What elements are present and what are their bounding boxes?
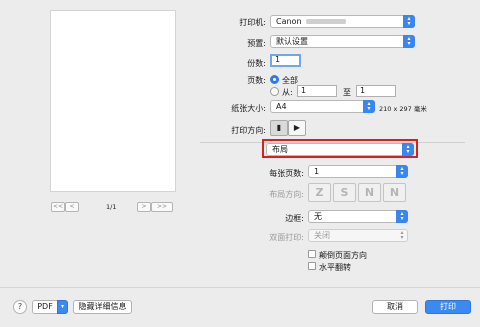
last-page-button[interactable]: >> <box>151 202 173 212</box>
border-label: 边框: <box>285 214 304 223</box>
pages-all-radio[interactable] <box>270 75 279 84</box>
pages-per-sheet-value: 1 <box>314 167 320 176</box>
page-preview <box>50 10 176 192</box>
section-popup[interactable]: 布局 ▴ ▾ <box>266 143 414 156</box>
layout-direction-n-button[interactable]: N <box>358 183 381 202</box>
printer-name-redacted <box>305 19 346 24</box>
border-popup[interactable]: 无 ▴ ▾ <box>308 210 408 223</box>
paper-dimensions: 210 x 297 毫米 <box>379 105 427 113</box>
reverse-orientation-label: 颠倒页面方向 <box>319 251 367 260</box>
presets-value: 默认设置 <box>276 37 308 46</box>
border-value: 无 <box>314 212 322 221</box>
cancel-button[interactable]: 取消 <box>372 300 418 314</box>
pages-from-field[interactable]: 1 <box>297 85 337 97</box>
page-indicator: 1/1 <box>106 203 117 211</box>
popup-arrows-icon: ▴ ▾ <box>400 229 404 241</box>
popup-arrows-icon: ▴ ▾ <box>363 100 375 113</box>
flip-horizontal-label: 水平翻转 <box>319 263 351 272</box>
portrait-orientation-button[interactable]: ▮ <box>270 120 288 136</box>
layout-direction-z-button[interactable]: Z <box>308 183 331 202</box>
pages-to-field[interactable]: 1 <box>356 85 396 97</box>
presets-popup[interactable]: 默认设置 ▴ ▾ <box>270 35 415 48</box>
orientation-label: 打印方向: <box>231 126 266 135</box>
reverse-orientation-checkbox[interactable] <box>308 250 316 258</box>
layout-direction-label: 布局方向: <box>269 190 304 199</box>
printer-label: 打印机: <box>239 18 266 27</box>
first-page-button[interactable]: << <box>51 202 65 212</box>
pages-all-label: 全部 <box>282 76 298 85</box>
pages-to-label: 至 <box>343 88 351 97</box>
section-value: 布局 <box>272 145 288 154</box>
printer-popup[interactable]: Canon ▴ ▾ <box>270 15 415 28</box>
popup-arrows-icon: ▴ ▾ <box>396 165 408 178</box>
flip-horizontal-checkbox[interactable] <box>308 262 316 270</box>
layout-direction-s-button[interactable]: S <box>333 183 356 202</box>
copies-label: 份数: <box>247 59 266 68</box>
prev-page-button[interactable]: < <box>65 202 79 212</box>
landscape-person-icon: ▶ <box>293 123 301 132</box>
printer-value: Canon <box>276 17 302 26</box>
pages-range-radio[interactable] <box>270 87 279 96</box>
two-sided-popup[interactable]: 关闭 ▴ ▾ <box>308 229 408 242</box>
landscape-orientation-button[interactable]: ▶ <box>288 120 306 136</box>
layout-direction-n-reverse-button[interactable]: N <box>383 183 406 202</box>
two-sided-value: 关闭 <box>314 231 330 240</box>
print-button[interactable]: 打印 <box>425 300 471 314</box>
presets-label: 预置: <box>247 39 266 48</box>
popup-arrows-icon: ▴ ▾ <box>402 143 414 156</box>
paper-size-value: A4 <box>276 102 287 111</box>
help-button[interactable]: ? <box>13 300 27 314</box>
direction-s-icon: S <box>340 186 349 199</box>
pdf-button[interactable]: PDF <box>32 300 58 314</box>
direction-n-reverse-icon: N <box>389 186 400 199</box>
chevron-down-icon: ▾ <box>60 303 64 310</box>
two-sided-label: 双面打印: <box>269 233 304 242</box>
pages-per-sheet-popup[interactable]: 1 ▴ ▾ <box>308 165 408 178</box>
popup-arrows-icon: ▴ ▾ <box>403 15 415 28</box>
bottom-separator <box>0 287 480 288</box>
pages-from-label: 从: <box>282 88 293 97</box>
portrait-person-icon: ▮ <box>276 123 282 132</box>
popup-arrows-icon: ▴ ▾ <box>403 35 415 48</box>
direction-n-icon: N <box>364 186 375 199</box>
direction-z-icon: Z <box>315 186 324 199</box>
copies-field[interactable]: 1 <box>270 54 301 67</box>
next-page-button[interactable]: > <box>137 202 151 212</box>
pages-label: 页数: <box>247 76 266 85</box>
popup-arrows-icon: ▴ ▾ <box>396 210 408 223</box>
pages-per-sheet-label: 每张页数: <box>269 169 304 178</box>
hide-details-button[interactable]: 隐藏详细信息 <box>73 300 132 314</box>
pdf-menu-button[interactable]: ▾ <box>57 300 68 314</box>
paper-size-label: 纸张大小: <box>231 104 266 113</box>
paper-size-popup[interactable]: A4 ▴ ▾ <box>270 100 375 113</box>
